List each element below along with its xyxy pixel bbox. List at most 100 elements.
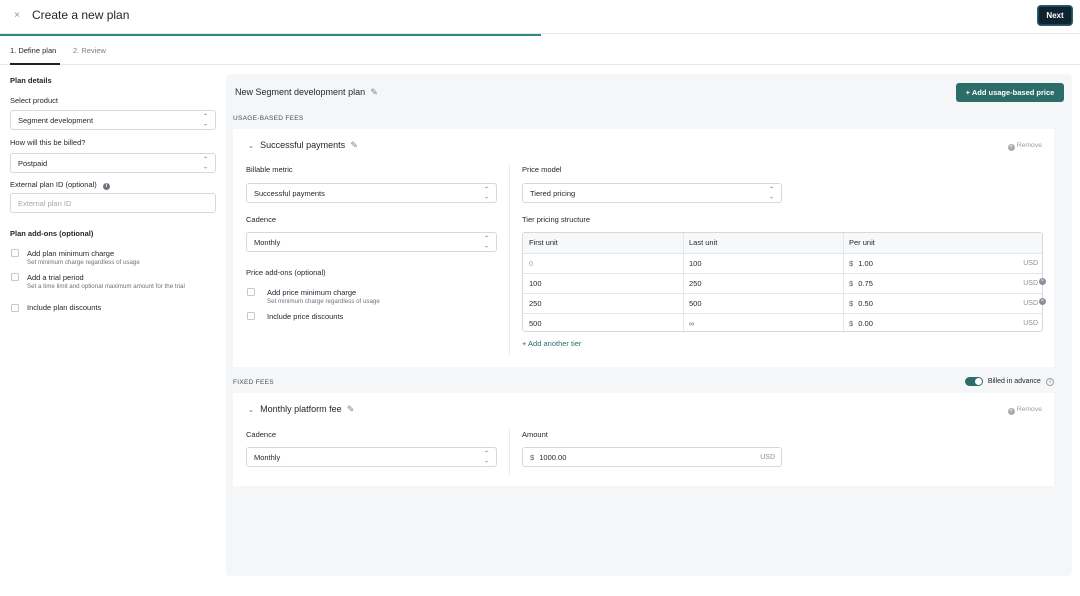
plan-name-text: New Segment development plan — [235, 87, 366, 97]
select-chevron-icon: ⌃ ⌃ — [483, 187, 489, 198]
tier-row: 0 100 $ 1.00 USD — [523, 253, 1042, 273]
tier-first-unit: 500 — [529, 319, 542, 328]
tier-per-unit-input[interactable]: $ 0.00 USD — [843, 314, 1042, 331]
cadence-select[interactable]: Monthly ⌃ ⌃ — [246, 232, 497, 252]
product-select[interactable]: Segment development ⌃ ⌃ — [10, 110, 216, 130]
external-id-label-text: External plan ID (optional) — [10, 180, 97, 189]
tier-per-unit-input[interactable]: $ 1.00 USD — [843, 254, 1042, 274]
chevron-down-icon[interactable]: ⌄ — [248, 143, 254, 150]
tab-review[interactable]: 2. Review — [73, 46, 106, 55]
trial-period-subtitle: Set a time limit and optional maximum am… — [27, 283, 185, 290]
billing-label: How will this be billed? — [10, 138, 86, 147]
column-divider — [509, 165, 510, 355]
toggle-knob — [974, 378, 982, 386]
billed-in-advance-toggle[interactable] — [964, 377, 983, 387]
plan-addons-heading: Plan add-ons (optional) — [10, 229, 94, 238]
tier-per-unit-input[interactable]: $ 0.50 USD — [843, 294, 1042, 314]
plan-minimum-title: Add plan minimum charge — [27, 249, 115, 258]
tier-last-unit-input[interactable]: ∞ — [683, 314, 843, 331]
remove-tier-icon[interactable]: × — [1039, 278, 1046, 285]
edit-pencil-icon[interactable]: ✎ — [350, 140, 358, 150]
external-id-input[interactable]: External plan ID — [10, 193, 216, 213]
price-minimum-title: Add price minimum charge — [267, 288, 357, 297]
amount-value: 1000.00 — [539, 453, 567, 462]
fixed-fee-header[interactable]: ⌄ Monthly platform fee ✎ — [248, 404, 354, 415]
page-title: Create a new plan — [32, 8, 130, 22]
currency-symbol: $ — [849, 299, 854, 308]
remove-usage-fee-button[interactable]: × Remove — [1007, 142, 1042, 151]
info-icon[interactable]: i — [102, 183, 110, 190]
add-usage-price-button[interactable]: + Add usage-based price — [956, 83, 1064, 102]
product-select-value: Segment development — [18, 116, 94, 125]
tier-row: 100 250 $ 0.75 USD — [523, 273, 1042, 293]
next-button[interactable]: Next — [1038, 6, 1072, 25]
currency-code: USD — [1023, 260, 1038, 267]
price-minimum-checkbox[interactable] — [247, 288, 255, 296]
trial-period-checkbox[interactable] — [11, 273, 19, 281]
price-model-select[interactable]: Tiered pricing ⌃ ⌃ — [522, 183, 782, 203]
billable-metric-select[interactable]: Successful payments ⌃ ⌃ — [246, 183, 497, 203]
billing-select[interactable]: Postpaid ⌃ ⌃ — [10, 153, 216, 173]
plan-editor: New Segment development plan ✎ + Add usa… — [226, 74, 1072, 576]
billed-in-advance-control: Billed in advance i — [964, 377, 1054, 387]
tier-last-unit-input[interactable]: 500 — [683, 294, 843, 314]
billable-metric-value: Successful payments — [254, 189, 325, 198]
select-chevron-icon: ⌃ ⌃ — [768, 187, 774, 198]
remove-label: Remove — [1016, 142, 1042, 149]
fixed-cadence-label: Cadence — [246, 430, 277, 439]
select-product-label: Select product — [10, 96, 58, 105]
info-icon[interactable]: i — [1046, 377, 1054, 386]
tier-last-unit-input[interactable]: 100 — [683, 254, 843, 274]
edit-pencil-icon[interactable]: ✎ — [370, 87, 378, 97]
select-chevron-icon: ⌃ ⌃ — [202, 157, 208, 168]
fixed-cadence-select[interactable]: Monthly ⌃ ⌃ — [246, 447, 497, 467]
cadence-value: Monthly — [254, 238, 281, 247]
per-unit-value: 0.00 — [858, 319, 873, 328]
currency-symbol: $ — [530, 453, 535, 462]
column-separator — [843, 233, 844, 331]
currency-symbol: $ — [849, 279, 854, 288]
plan-details-heading: Plan details — [10, 76, 52, 85]
plan-minimum-subtitle: Set minimum charge regardless of usage — [27, 259, 140, 266]
tier-first-unit: 250 — [529, 299, 542, 308]
tier-last-unit-input[interactable]: 250 — [683, 274, 843, 294]
edit-pencil-icon[interactable]: ✎ — [347, 404, 355, 414]
close-icon[interactable]: × — [10, 9, 24, 23]
tier-per-unit-input[interactable]: $ 0.75 USD — [843, 274, 1042, 294]
amount-input[interactable]: $ 1000.00 USD — [522, 447, 782, 467]
tier-pricing-table: First unit Last unit Per unit 0 100 $ 1.… — [522, 232, 1043, 332]
step-tabs: 1. Define plan 2. Review — [0, 36, 1080, 65]
price-discounts-checkbox[interactable] — [247, 312, 255, 320]
tier-first-unit: 100 — [529, 279, 542, 288]
usage-fee-header[interactable]: ⌄ Successful payments ✎ — [248, 140, 358, 151]
tier-header-first-unit: First unit — [529, 238, 558, 247]
select-chevron-icon: ⌃ ⌃ — [202, 114, 208, 125]
per-unit-value: 1.00 — [858, 259, 873, 268]
per-unit-value: 0.50 — [858, 299, 873, 308]
tier-table-header: First unit Last unit Per unit — [523, 233, 1042, 253]
currency-code: USD — [1023, 280, 1038, 287]
fixed-fee-card: ⌄ Monthly platform fee ✎ × Remove Cadence… — [233, 393, 1054, 486]
chevron-down-icon[interactable]: ⌄ — [248, 407, 254, 414]
plan-discounts-checkbox[interactable] — [11, 304, 19, 312]
tab-define-plan[interactable]: 1. Define plan — [10, 46, 56, 55]
usage-fee-name: Successful payments — [260, 140, 346, 150]
cadence-label: Cadence — [246, 215, 277, 224]
plan-minimum-checkbox[interactable] — [11, 249, 19, 257]
fixed-fees-heading: FIXED FEES — [233, 379, 274, 386]
add-another-tier-link[interactable]: + Add another tier — [522, 339, 581, 348]
currency-code: USD — [1023, 300, 1038, 307]
remove-fixed-fee-button[interactable]: × Remove — [1007, 406, 1042, 415]
currency-symbol: $ — [849, 259, 854, 268]
usage-fees-heading: USAGE-BASED FEES — [233, 115, 304, 122]
tier-row: 500 ∞ $ 0.00 USD — [523, 313, 1042, 331]
tier-header-per-unit: Per unit — [849, 238, 875, 247]
tier-row: 250 500 $ 0.50 USD — [523, 293, 1042, 313]
price-addons-heading: Price add-ons (optional) — [246, 268, 326, 277]
remove-tier-icon[interactable]: × — [1039, 298, 1046, 305]
external-id-label: External plan ID (optional) i — [10, 180, 110, 190]
remove-label: Remove — [1016, 406, 1042, 413]
fixed-cadence-value: Monthly — [254, 453, 281, 462]
tier-first-unit: 0 — [529, 259, 534, 268]
billed-in-advance-label: Billed in advance — [987, 378, 1041, 386]
